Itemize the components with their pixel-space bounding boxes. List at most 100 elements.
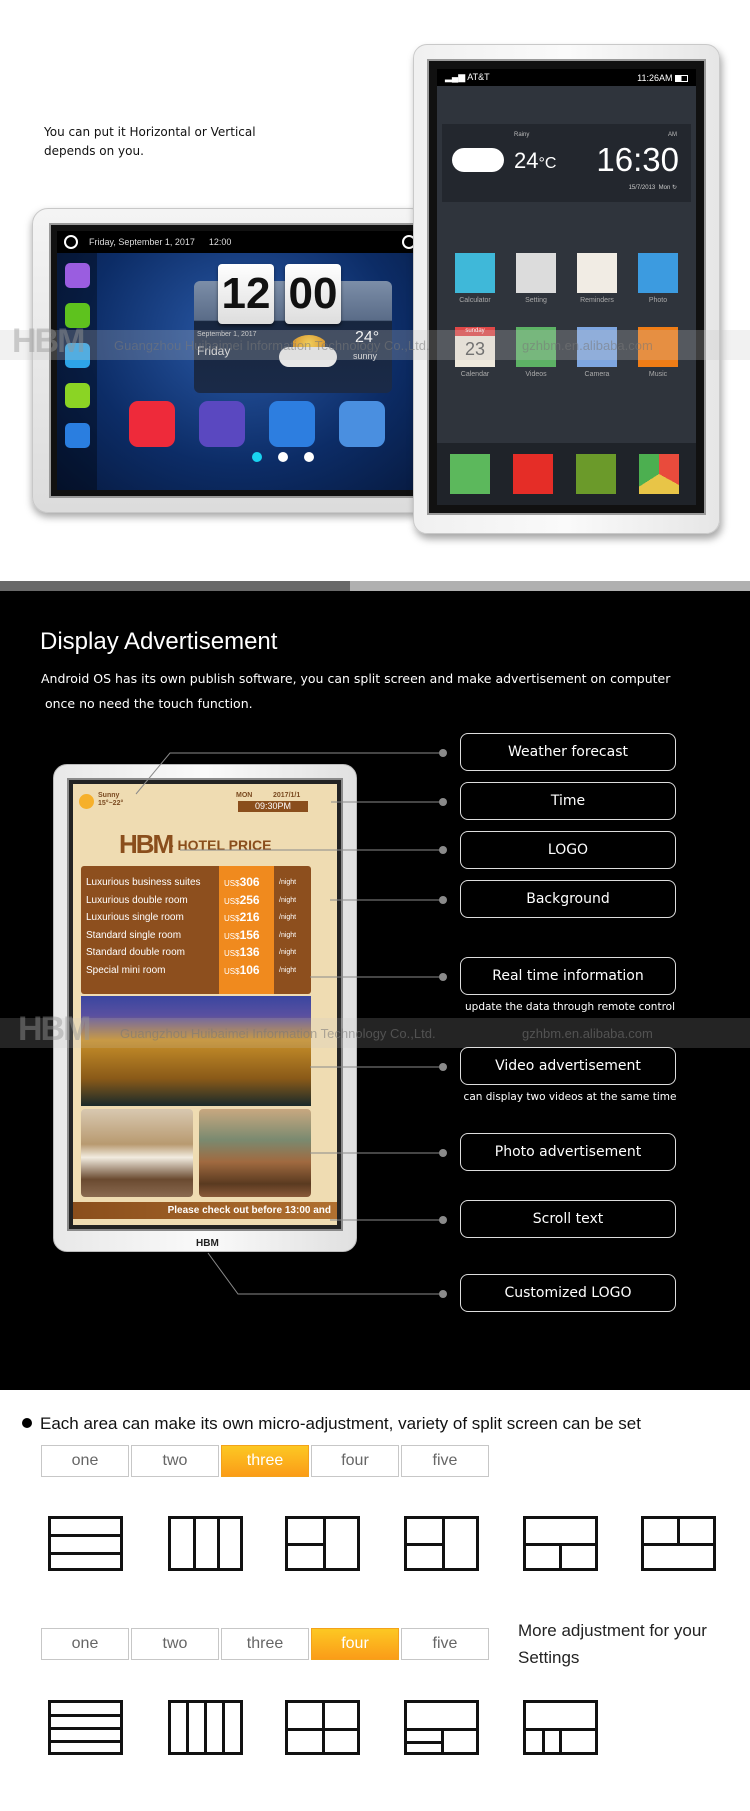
room-price: US$256 (224, 892, 260, 909)
device-logo: HBM (196, 1238, 219, 1249)
per-night: /night (279, 966, 297, 974)
layout-top-split-bottom-full[interactable] (641, 1516, 716, 1571)
refresh-icon[interactable]: ↻ (672, 185, 677, 191)
temperature-range: 15°~22° (98, 800, 124, 807)
hotel-display-device: Sunny 15°~22° MON 2017/1/1 09:30PM HBM -… (53, 764, 357, 1252)
room-name: Luxurious double room (86, 894, 188, 906)
layout-left-split-right-full[interactable] (285, 1516, 360, 1571)
vertical-display: ▂▄▆ AT&T 11:26AM Rainy 24°C AM 16:30 15/… (413, 44, 720, 534)
gmail-icon[interactable] (513, 454, 553, 494)
watermark-logo: HBM (12, 322, 85, 360)
split-tabs-group-1: one two three four five (41, 1445, 489, 1477)
video-reel-icon[interactable] (199, 401, 245, 447)
app-label: Videos (525, 371, 547, 378)
tab-four[interactable]: four (311, 1628, 399, 1660)
tab-one[interactable]: one (41, 1628, 129, 1660)
room-price: US$216 (224, 909, 260, 926)
chrome-icon[interactable] (639, 454, 679, 494)
layout-two-by-two[interactable] (285, 1700, 360, 1755)
tablet-sidebar (57, 253, 97, 490)
layout-top-full-bottom-left-split[interactable] (404, 1700, 479, 1755)
room-name: Special mini room (86, 964, 166, 976)
layout-four-columns[interactable] (168, 1700, 243, 1755)
callout-background: Background (460, 880, 676, 918)
callout-weather-forecast: Weather forecast (460, 733, 676, 771)
callout-subtext: can display two videos at the same time (463, 1091, 677, 1103)
date-line: 15/7/2013 Mon ↻ (629, 184, 677, 191)
ampm: AM (668, 132, 677, 138)
page-dot-active[interactable] (252, 452, 262, 462)
grid-icon[interactable] (65, 423, 90, 448)
layout-three-rows[interactable] (48, 1516, 123, 1571)
callout-real-time-information: Real time information (460, 957, 676, 995)
radio-icon[interactable] (65, 263, 90, 288)
app-label: Camera (584, 371, 610, 378)
intro-line-2: depends on you. (44, 144, 144, 158)
phone-screen: ▂▄▆ AT&T 11:26AM Rainy 24°C AM 16:30 15/… (437, 69, 696, 505)
weekday: MON (236, 792, 253, 799)
per-night: /night (279, 949, 297, 956)
description-line-2: once no need the touch function. (41, 696, 253, 711)
phone-bezel: ▂▄▆ AT&T 11:26AM Rainy 24°C AM 16:30 15/… (427, 59, 706, 515)
weekday: Mon (658, 185, 671, 191)
music-icon[interactable] (129, 401, 175, 447)
per-night: /night (279, 914, 297, 921)
watermark-site: gzhbm.en.alibaba.com (522, 1026, 653, 1041)
room-name: Luxurious business suites (86, 877, 201, 888)
price-value: 306 (239, 875, 260, 889)
section-divider-light (350, 581, 750, 591)
disc-icon[interactable] (65, 383, 90, 408)
dialer-icon[interactable] (450, 454, 490, 494)
horizontal-tablet: Friday, September 1, 2017 12:00 12 00 Se… (32, 208, 427, 513)
reminders-icon[interactable] (577, 253, 617, 293)
tab-five[interactable]: five (401, 1445, 489, 1477)
page-dot[interactable] (304, 452, 314, 462)
price-value: 136 (239, 945, 260, 959)
status-time: 11:26AM (637, 72, 673, 83)
time: 09:30PM (238, 801, 308, 812)
messages-icon[interactable] (576, 454, 616, 494)
setting-icon[interactable] (516, 253, 556, 293)
currency: US$ (224, 949, 240, 958)
layout-left-split-right-full-alt[interactable] (404, 1516, 479, 1571)
currency: US$ (224, 914, 240, 923)
page-dot[interactable] (278, 452, 288, 462)
tab-two[interactable]: two (131, 1628, 219, 1660)
sd-card-icon[interactable] (269, 401, 315, 447)
tab-three[interactable]: three (221, 1628, 309, 1660)
callout-customized-logo: Customized LOGO (460, 1274, 676, 1312)
more-line-1: More adjustment for your (518, 1621, 707, 1640)
callout-photo-advertisement: Photo advertisement (460, 1133, 676, 1171)
rain-cloud-icon (452, 148, 504, 172)
tab-one[interactable]: one (41, 1445, 129, 1477)
watermark-site: gzhbm.en.alibaba.com (522, 338, 653, 353)
calculator-icon[interactable] (455, 253, 495, 293)
per-night: /night (279, 931, 297, 939)
phone-dock (437, 443, 696, 505)
tab-two[interactable]: two (131, 1445, 219, 1477)
hotel-bezel: Sunny 15°~22° MON 2017/1/1 09:30PM HBM -… (67, 778, 343, 1231)
layout-four-rows[interactable] (48, 1700, 123, 1755)
tab-four[interactable]: four (311, 1445, 399, 1477)
room-price: US$306 (224, 874, 260, 891)
status-right: 11:26AM (637, 73, 688, 83)
video-advertisement[interactable] (81, 996, 311, 1106)
layout-three-columns[interactable] (168, 1516, 243, 1571)
tab-five[interactable]: five (401, 1628, 489, 1660)
price-value: 216 (239, 910, 260, 924)
battery-icon (675, 74, 688, 82)
tab-three[interactable]: three (221, 1445, 309, 1477)
room-price: US$106 (224, 962, 260, 979)
status-time: 12:00 (208, 237, 232, 247)
layout-top-full-bottom-three[interactable] (523, 1700, 598, 1755)
layout-top-full-bottom-split[interactable] (523, 1516, 598, 1571)
photo-icon[interactable] (638, 253, 678, 293)
room-name: Luxurious single room (86, 912, 184, 923)
clock: 16:30 (596, 141, 679, 178)
room-price: US$156 (224, 927, 260, 944)
photo-advertisement-2[interactable] (199, 1109, 311, 1197)
room-price: US$136 (224, 944, 260, 961)
section-description: Android OS has its own publish software,… (41, 666, 721, 716)
photo-advertisement-1[interactable] (81, 1109, 193, 1197)
usb-icon[interactable] (339, 401, 385, 447)
